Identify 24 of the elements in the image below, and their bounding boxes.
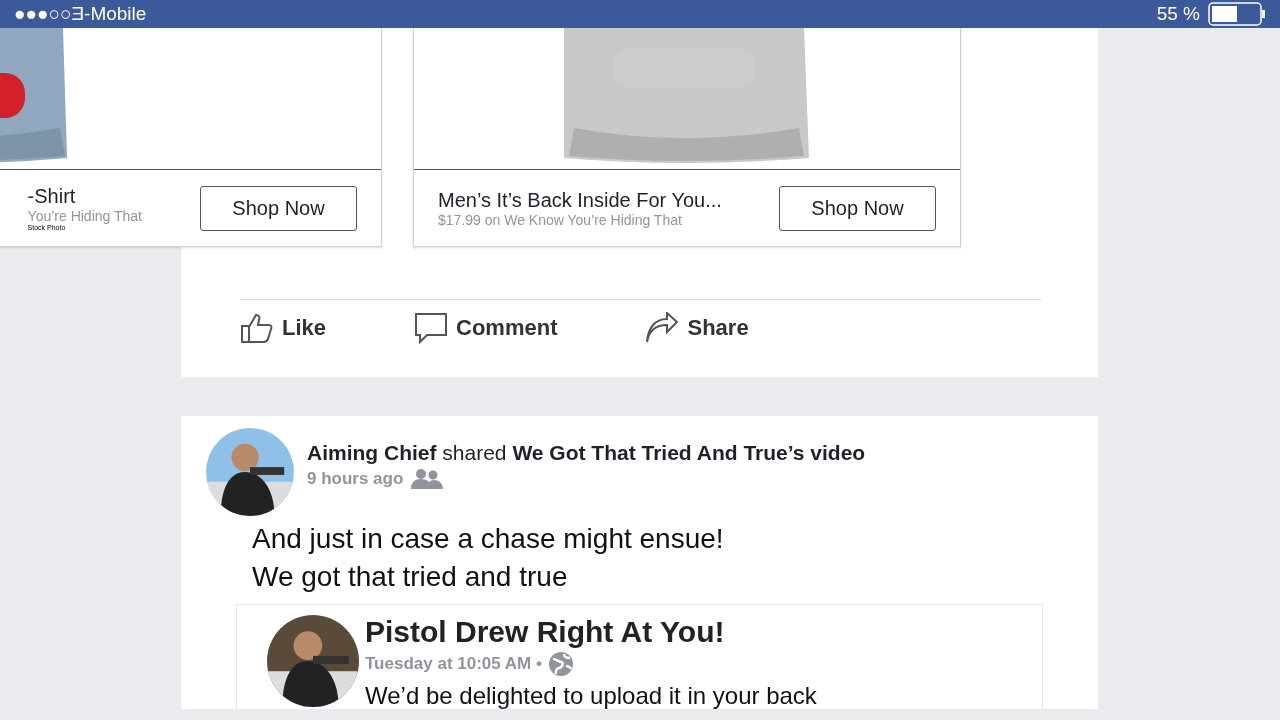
post-header: Aiming Chief shared We Got That Tried And True’s video	[307, 441, 866, 465]
product-title: Men’s It’s Back Inside For You...	[438, 188, 722, 212]
battery-text: 55 %	[1156, 3, 1200, 25]
friends-icon	[409, 469, 446, 489]
product-subtitle: $17.99 on We Know You’re Hiding That	[438, 211, 683, 228]
post-text: We got that tried and true	[252, 560, 569, 594]
comment-button[interactable]: Comment	[414, 310, 558, 346]
shared-title: Pistol Drew Right At You!	[365, 615, 726, 649]
comment-icon	[414, 312, 449, 344]
shared-time: Tuesday at 10:05 AM •	[365, 654, 542, 674]
post-time: 9 hours ago	[307, 469, 404, 489]
carrier-text: ●●●○○Ǝ-Mobile	[14, 3, 147, 25]
battery-icon	[1208, 2, 1266, 26]
like-button[interactable]: Like	[240, 310, 327, 346]
thumbs-up-icon	[240, 312, 274, 344]
shop-now-button[interactable]: Shop Now	[200, 185, 357, 231]
shared-text: We’d be delighted to upload it in your back	[365, 683, 817, 709]
shop-now-button[interactable]: Shop Now	[779, 185, 936, 231]
share-button[interactable]: Share	[645, 310, 749, 346]
product-subtitle: You’re Hiding That	[27, 208, 142, 224]
post-text: And just in case a chase might ensue!	[252, 522, 725, 556]
product-title: -Shirt	[27, 185, 77, 208]
share-icon	[645, 312, 680, 344]
globe-icon	[547, 651, 574, 677]
